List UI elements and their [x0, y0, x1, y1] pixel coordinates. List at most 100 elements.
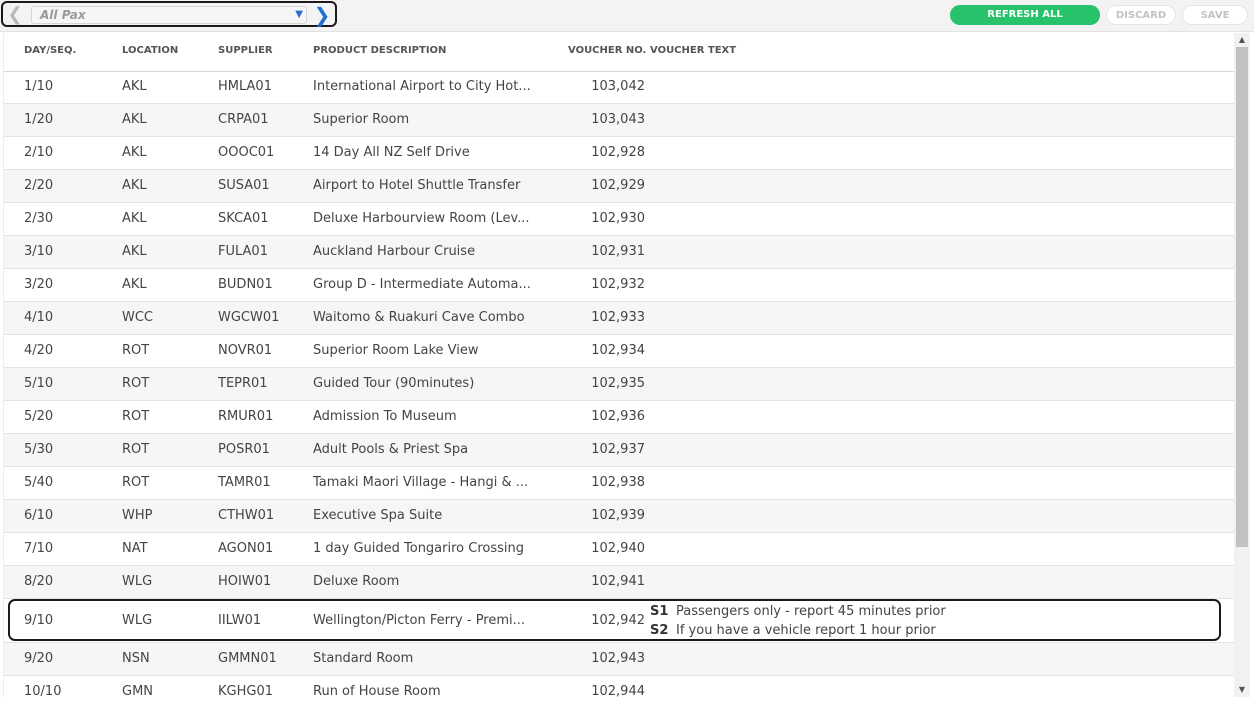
pax-dropdown[interactable]: All Pax ▼ [31, 6, 307, 24]
save-button[interactable]: SAVE [1182, 5, 1248, 25]
cell-day-seq: 3/10 [24, 244, 54, 259]
cell-supplier: NOVR01 [218, 343, 273, 358]
table-row[interactable]: 5/30 ROT POSR01 Adult Pools & Priest Spa… [4, 434, 1235, 467]
cell-location: NAT [122, 541, 148, 556]
cell-voucher-no: 102,938 [591, 475, 645, 490]
cell-supplier: SUSA01 [218, 178, 270, 193]
cell-location: ROT [122, 442, 150, 457]
column-header-day-seq[interactable]: DAY/SEQ. [24, 45, 76, 56]
cell-supplier: GMMN01 [218, 651, 277, 666]
cell-voucher-no: 102,943 [591, 651, 645, 666]
cell-day-seq: 9/10 [24, 613, 54, 628]
table-row[interactable]: 10/10 GMN KGHG01 Run of House Room 102,9… [4, 676, 1235, 697]
cell-voucher-no: 102,932 [591, 277, 645, 292]
cell-supplier: KGHG01 [218, 684, 273, 697]
vertical-scrollbar[interactable]: ▲ ▼ [1234, 33, 1250, 697]
cell-voucher-no: 102,930 [591, 211, 645, 226]
cell-voucher-no: 102,941 [591, 574, 645, 589]
cell-day-seq: 10/10 [24, 684, 62, 697]
cell-description: Guided Tour (90minutes) [313, 376, 475, 391]
column-header-location[interactable]: LOCATION [122, 45, 178, 56]
table-row[interactable]: 3/10 AKL FULA01 Auckland Harbour Cruise … [4, 236, 1235, 269]
voucher-text-code: S2 [650, 623, 669, 638]
table-row[interactable]: 1/10 AKL HMLA01 International Airport to… [4, 71, 1235, 104]
cell-day-seq: 5/10 [24, 376, 54, 391]
cell-supplier: POSR01 [218, 442, 270, 457]
table-row[interactable]: 4/20 ROT NOVR01 Superior Room Lake View … [4, 335, 1235, 368]
voucher-grid: DAY/SEQ. LOCATION SUPPLIER PRODUCT DESCR… [3, 33, 1235, 697]
cell-supplier: FULA01 [218, 244, 268, 259]
cell-supplier: RMUR01 [218, 409, 274, 424]
scroll-thumb[interactable] [1236, 47, 1248, 547]
cell-description: Superior Room [313, 112, 410, 127]
cell-location: ROT [122, 376, 150, 391]
table-row[interactable]: 2/10 AKL OOOC01 14 Day All NZ Self Drive… [4, 137, 1235, 170]
cell-location: WHP [122, 508, 153, 523]
table-row[interactable]: 1/20 AKL CRPA01 Superior Room 103,043 [4, 104, 1235, 137]
cell-day-seq: 5/40 [24, 475, 54, 490]
cell-supplier: HMLA01 [218, 79, 272, 94]
cell-description: Admission To Museum [313, 409, 457, 424]
cell-location: AKL [122, 112, 147, 127]
cell-day-seq: 2/10 [24, 145, 54, 160]
cell-voucher-no: 102,933 [591, 310, 645, 325]
cell-description: Run of House Room [313, 684, 441, 697]
voucher-text-code: S1 [650, 604, 669, 619]
cell-day-seq: 2/30 [24, 211, 54, 226]
cell-location: ROT [122, 475, 150, 490]
table-row[interactable]: 2/20 AKL SUSA01 Airport to Hotel Shuttle… [4, 170, 1235, 203]
cell-description: Auckland Harbour Cruise [313, 244, 476, 259]
cell-day-seq: 8/20 [24, 574, 54, 589]
table-row[interactable]: 9/20 NSN GMMN01 Standard Room 102,943 [4, 643, 1235, 676]
grid-body: 1/10 AKL HMLA01 International Airport to… [4, 71, 1235, 697]
column-header-voucher-text[interactable]: VOUCHER TEXT [650, 45, 736, 56]
table-row[interactable]: 8/20 WLG HOIW01 Deluxe Room 102,941 [4, 566, 1235, 599]
table-row[interactable]: 7/10 NAT AGON01 1 day Guided Tongariro C… [4, 533, 1235, 566]
column-header-supplier[interactable]: SUPPLIER [218, 45, 273, 56]
table-row[interactable]: 2/30 AKL SKCA01 Deluxe Harbourview Room … [4, 203, 1235, 236]
cell-description: Superior Room Lake View [313, 343, 479, 358]
cell-voucher-no: 102,934 [591, 343, 645, 358]
cell-day-seq: 5/20 [24, 409, 54, 424]
cell-supplier: OOOC01 [218, 145, 275, 160]
pax-selector-group: ❮ All Pax ▼ ❯ [1, 1, 337, 27]
column-header-voucher-no[interactable]: VOUCHER NO. [568, 45, 646, 56]
chevron-right-icon[interactable]: ❯ [313, 5, 331, 25]
table-row-selected[interactable]: 9/10 WLG IILW01 Wellington/Picton Ferry … [4, 599, 1235, 643]
cell-voucher-no: 103,043 [591, 112, 645, 127]
table-row[interactable]: 4/10 WCC WGCW01 Waitomo & Ruakuri Cave C… [4, 302, 1235, 335]
cell-supplier: AGON01 [218, 541, 274, 556]
discard-button[interactable]: DISCARD [1106, 5, 1176, 25]
pax-dropdown-value: All Pax [40, 8, 86, 22]
cell-location: AKL [122, 211, 147, 226]
scroll-up-arrow-icon[interactable]: ▲ [1234, 33, 1250, 47]
cell-supplier: CTHW01 [218, 508, 275, 523]
cell-description: Deluxe Harbourview Room (Lev... [313, 211, 530, 226]
grid-header: DAY/SEQ. LOCATION SUPPLIER PRODUCT DESCR… [4, 33, 1235, 72]
cell-day-seq: 6/10 [24, 508, 54, 523]
voucher-text-line: S1 Passengers only - report 45 minutes pr… [650, 602, 946, 621]
cell-voucher-no: 102,942 [591, 613, 645, 628]
refresh-all-button[interactable]: REFRESH ALL [950, 5, 1100, 25]
cell-location: WLG [122, 613, 153, 628]
cell-location: NSN [122, 651, 150, 666]
table-row[interactable]: 5/20 ROT RMUR01 Admission To Museum 102,… [4, 401, 1235, 434]
column-header-product-description[interactable]: PRODUCT DESCRIPTION [313, 45, 446, 56]
cell-voucher-no: 102,931 [591, 244, 645, 259]
table-row[interactable]: 6/10 WHP CTHW01 Executive Spa Suite 102,… [4, 500, 1235, 533]
cell-day-seq: 2/20 [24, 178, 54, 193]
chevron-left-icon[interactable]: ❮ [7, 6, 23, 24]
cell-location: ROT [122, 343, 150, 358]
cell-voucher-no: 102,936 [591, 409, 645, 424]
table-row[interactable]: 3/20 AKL BUDN01 Group D - Intermediate A… [4, 269, 1235, 302]
cell-voucher-no: 102,944 [591, 684, 645, 697]
cell-day-seq: 9/20 [24, 651, 54, 666]
cell-location: WCC [122, 310, 154, 325]
cell-description: Adult Pools & Priest Spa [313, 442, 469, 457]
table-row[interactable]: 5/10 ROT TEPR01 Guided Tour (90minutes) … [4, 368, 1235, 401]
toolbar: ❮ All Pax ▼ ❯ REFRESH ALL DISCARD SAVE [0, 0, 1254, 32]
cell-description: International Airport to City Hot... [313, 79, 531, 94]
voucher-text-content: If you have a vehicle report 1 hour prio… [676, 623, 936, 638]
scroll-down-arrow-icon[interactable]: ▼ [1234, 683, 1250, 697]
table-row[interactable]: 5/40 ROT TAMR01 Tamaki Maori Village - H… [4, 467, 1235, 500]
